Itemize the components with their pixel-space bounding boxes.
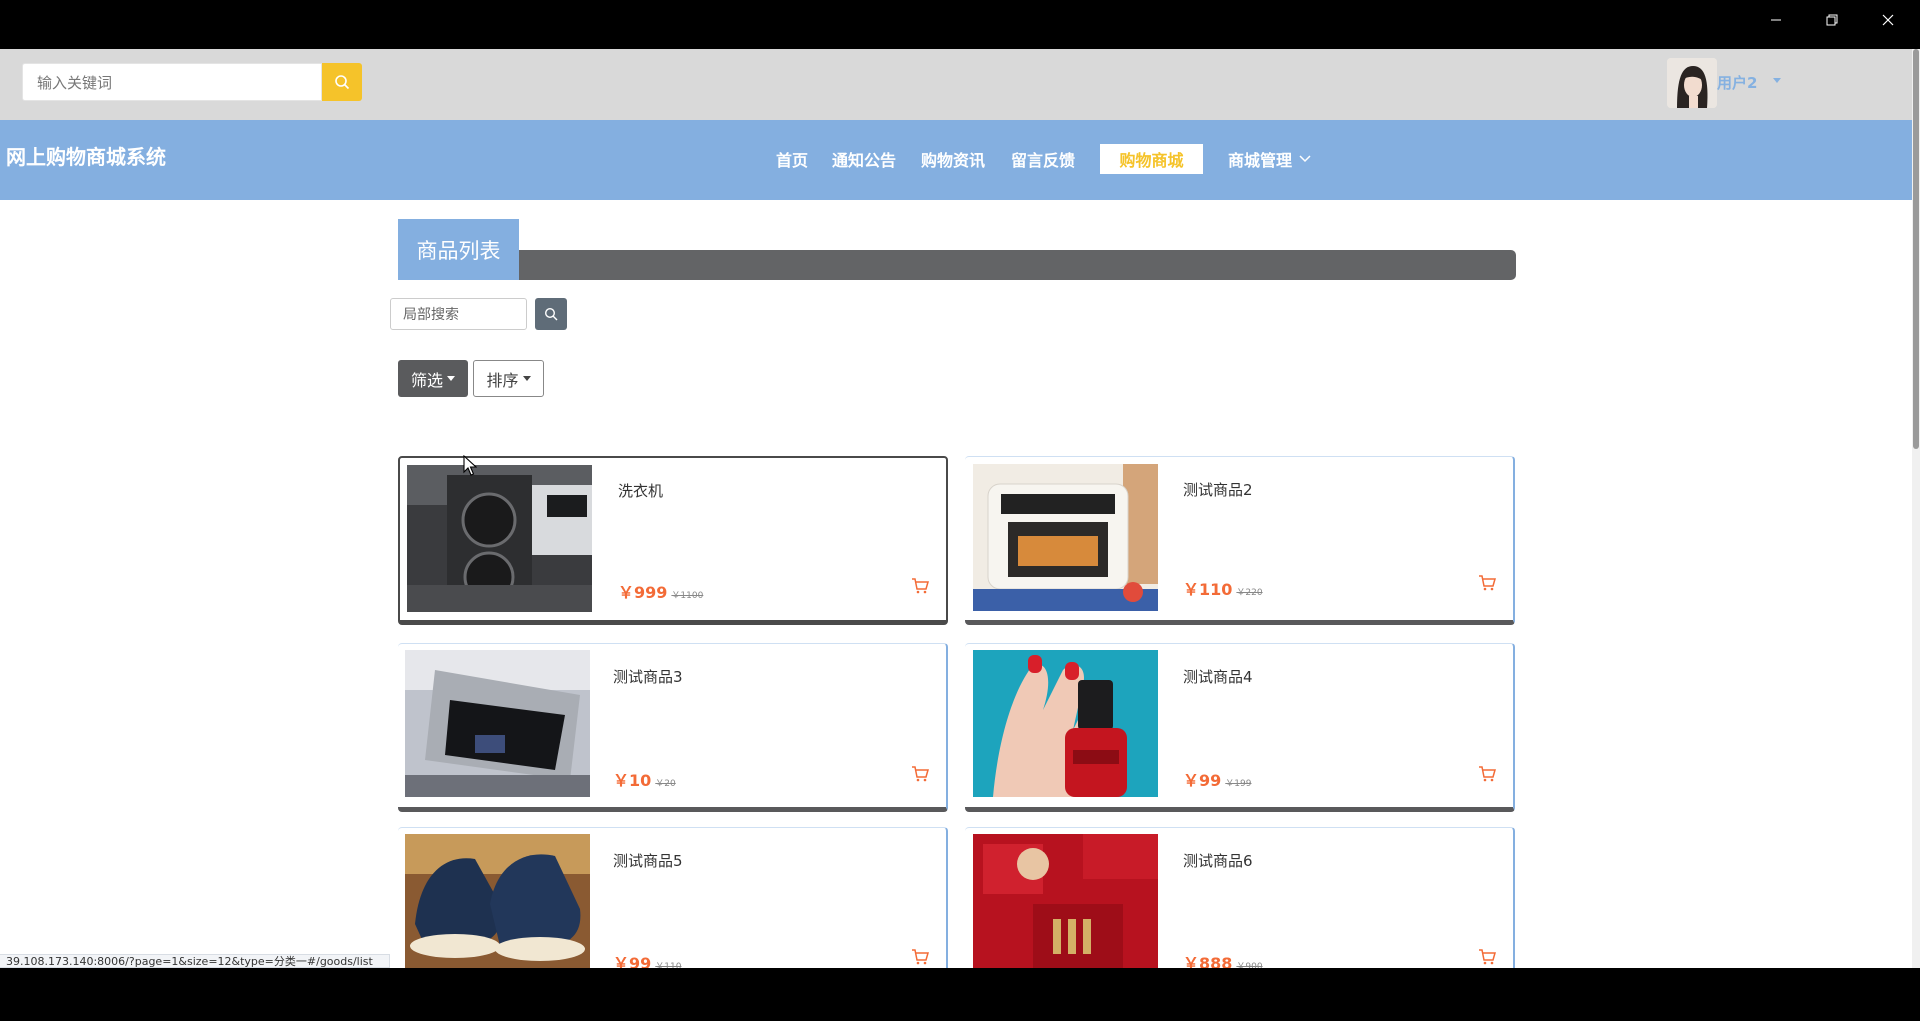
chevron-down-icon (1299, 155, 1311, 163)
status-bar-url: 39.108.173.140:8006/?page=1&size=12&type… (0, 954, 390, 968)
nav-item-feedback[interactable]: 留言反馈 (1011, 144, 1075, 174)
product-price: ￥110 ￥220 (1183, 576, 1263, 600)
caret-down-icon (522, 376, 531, 381)
original-price: ￥220 (1236, 588, 1263, 598)
product-image-sneakers[interactable] (405, 834, 590, 968)
product-card[interactable]: 测试商品5 ￥99 ￥110 (398, 827, 948, 968)
product-name[interactable]: 洗衣机 (618, 480, 663, 501)
shopping-cart-icon[interactable] (1478, 948, 1496, 966)
product-price: ￥99 ￥110 (613, 950, 681, 968)
search-button[interactable] (322, 63, 362, 101)
mouse-cursor-icon (463, 455, 477, 476)
main-navbar: 网上购物商城系统 首页 通知公告 购物资讯 留言反馈 购物商城 商城管理 (0, 120, 1912, 200)
original-price: ￥1100 (671, 591, 704, 601)
filter-dropdown-button[interactable]: 筛选 (398, 360, 468, 397)
shopping-cart-icon[interactable] (911, 577, 929, 595)
current-price: ￥99 (613, 954, 652, 968)
product-image-oven[interactable] (973, 464, 1158, 611)
top-header: 输入关键词 用户2 (0, 49, 1912, 120)
nav-item-management-label: 商城管理 (1228, 151, 1293, 170)
shopping-cart-icon[interactable] (1478, 765, 1496, 783)
window-bottom-bar (0, 968, 1920, 1021)
product-name[interactable]: 测试商品2 (1183, 479, 1253, 500)
scrollbar-thumb[interactable] (1913, 49, 1919, 449)
original-price: ￥900 (1236, 962, 1263, 968)
nav-item-management[interactable]: 商城管理 (1228, 144, 1312, 174)
sort-dropdown-button[interactable]: 排序 (473, 360, 544, 397)
site-title: 网上购物商城系统 (6, 145, 166, 169)
nav-item-home[interactable]: 首页 (776, 144, 808, 174)
product-card[interactable]: 测试商品6 ￥888 ￥900 (965, 827, 1515, 968)
sort-label: 排序 (486, 370, 519, 390)
search-placeholder: 输入关键词 (37, 73, 113, 92)
nav-item-news[interactable]: 购物资讯 (921, 144, 985, 174)
current-price: ￥110 (1183, 580, 1233, 599)
product-price: ￥888 ￥900 (1183, 950, 1263, 968)
product-image-lipstick-gift-set[interactable] (973, 834, 1158, 968)
product-image-washing-machine[interactable] (407, 465, 592, 612)
product-price: ￥99 ￥199 (1183, 767, 1251, 791)
section-title: 商品列表 (398, 219, 519, 280)
search-icon (335, 75, 350, 90)
local-search-input[interactable]: 局部搜索 (390, 298, 527, 330)
original-price: ￥199 (1225, 779, 1252, 789)
avatar[interactable] (1667, 58, 1717, 108)
minimize-icon[interactable] (1748, 0, 1804, 40)
filter-label: 筛选 (410, 370, 443, 390)
product-card[interactable]: 测试商品2 ￥110 ￥220 (965, 456, 1515, 625)
page-viewport: 输入关键词 用户2 网上购物商城系统 首页 通知公告 购物资讯 留言反馈 购物商… (0, 49, 1920, 968)
shopping-cart-icon[interactable] (911, 948, 929, 966)
product-name[interactable]: 测试商品5 (613, 850, 683, 871)
chevron-down-icon[interactable] (1773, 78, 1781, 83)
restore-icon[interactable] (1804, 0, 1860, 40)
product-price: ￥999 ￥1100 (618, 579, 703, 603)
current-price: ￥10 (613, 771, 652, 790)
product-name[interactable]: 测试商品4 (1183, 666, 1253, 687)
caret-down-icon (447, 376, 455, 381)
product-price: ￥10 ￥20 (613, 767, 676, 791)
window-titlebar (0, 0, 1920, 49)
product-card[interactable]: 测试商品3 ￥10 ￥20 (398, 643, 948, 812)
current-price: ￥99 (1183, 771, 1222, 790)
close-icon[interactable] (1860, 0, 1916, 40)
product-card[interactable]: 洗衣机 ￥999 ￥1100 (398, 456, 948, 625)
nav-item-notices[interactable]: 通知公告 (832, 144, 896, 174)
product-card[interactable]: 测试商品4 ￥99 ￥199 (965, 643, 1515, 812)
product-image-nail-polish[interactable] (973, 650, 1158, 797)
local-search-button[interactable] (535, 298, 567, 330)
current-price: ￥999 (618, 583, 668, 602)
original-price: ￥110 (655, 962, 682, 968)
search-icon (544, 307, 558, 321)
shopping-cart-icon[interactable] (911, 765, 929, 783)
product-name[interactable]: 测试商品6 (1183, 850, 1253, 871)
nav-item-mall[interactable]: 购物商城 (1100, 144, 1203, 174)
local-search-placeholder: 局部搜索 (403, 307, 459, 323)
original-price: ￥20 (655, 779, 676, 789)
search-input[interactable]: 输入关键词 (22, 63, 322, 101)
product-name[interactable]: 测试商品3 (613, 666, 683, 687)
current-price: ￥888 (1183, 954, 1233, 968)
shopping-cart-icon[interactable] (1478, 574, 1496, 592)
section-title-bar (519, 250, 1516, 280)
username[interactable]: 用户2 (1717, 72, 1757, 93)
product-image-range-hood[interactable] (405, 650, 590, 797)
